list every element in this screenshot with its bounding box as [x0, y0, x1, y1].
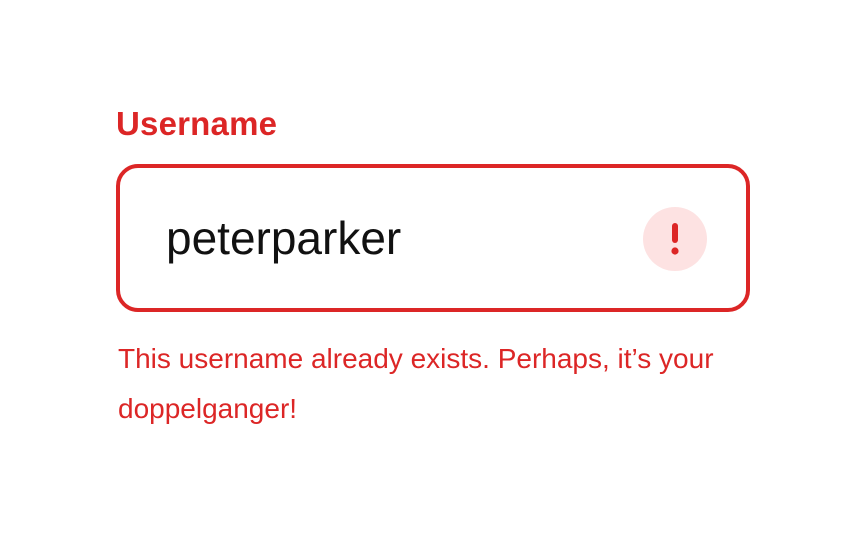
username-field-group: Username This username already exists. P… — [116, 104, 750, 424]
username-error-message: This username already exists. Perhaps, i… — [118, 343, 714, 424]
username-input[interactable] — [166, 168, 626, 308]
exclamation-icon — [643, 207, 707, 271]
username-label: Username — [116, 105, 278, 142]
username-input-box[interactable] — [116, 164, 750, 312]
exclamation-glyph — [671, 223, 679, 255]
